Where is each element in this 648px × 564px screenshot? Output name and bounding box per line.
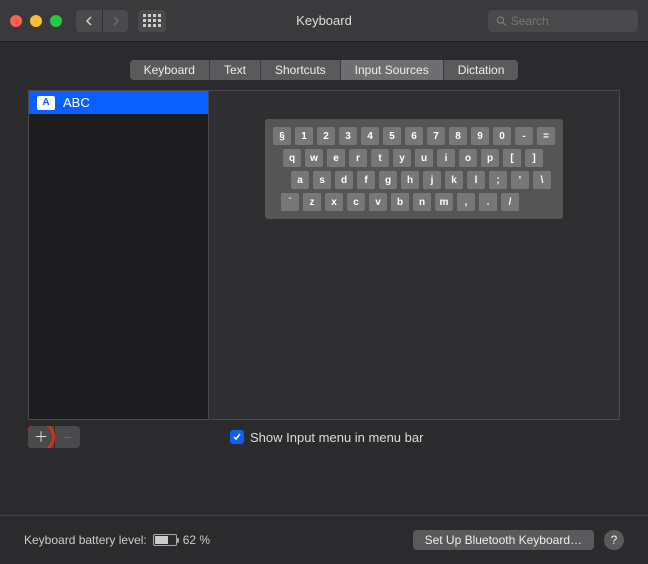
back-button[interactable] xyxy=(76,10,102,32)
key: 4 xyxy=(361,127,379,145)
key: e xyxy=(327,149,345,167)
key: 6 xyxy=(405,127,423,145)
key: / xyxy=(501,193,519,211)
search-icon xyxy=(496,15,507,27)
key: q xyxy=(283,149,301,167)
key: § xyxy=(273,127,291,145)
search-input[interactable] xyxy=(511,14,630,28)
keyboard-row: asdfghjkl;'\ xyxy=(291,171,555,189)
key: f xyxy=(357,171,375,189)
search-field[interactable] xyxy=(488,10,638,32)
key: 3 xyxy=(339,127,357,145)
check-icon xyxy=(232,432,242,442)
titlebar: Keyboard xyxy=(0,0,648,42)
show-all-button[interactable] xyxy=(138,10,166,32)
key: v xyxy=(369,193,387,211)
key: t xyxy=(371,149,389,167)
window-controls xyxy=(10,15,62,27)
key: 1 xyxy=(295,127,313,145)
key: g xyxy=(379,171,397,189)
key: r xyxy=(349,149,367,167)
close-button[interactable] xyxy=(10,15,22,27)
panel-footer: ＋ − Show Input menu in menu bar xyxy=(28,426,620,448)
key: m xyxy=(435,193,453,211)
tab-bar: KeyboardTextShortcutsInput SourcesDictat… xyxy=(0,60,648,80)
input-source-icon: A xyxy=(37,96,55,110)
show-input-menu-checkbox[interactable] xyxy=(230,430,244,444)
key: a xyxy=(291,171,309,189)
key: j xyxy=(423,171,441,189)
key: ` xyxy=(281,193,299,211)
key: s xyxy=(313,171,331,189)
key: h xyxy=(401,171,419,189)
battery-label: Keyboard battery level: xyxy=(24,533,147,547)
key: 2 xyxy=(317,127,335,145)
minimize-button[interactable] xyxy=(30,15,42,27)
key: 9 xyxy=(471,127,489,145)
nav-back-forward xyxy=(76,10,128,32)
input-source-list: A ABC xyxy=(29,91,209,419)
key: p xyxy=(481,149,499,167)
input-source-item[interactable]: A ABC xyxy=(29,91,208,114)
key: b xyxy=(391,193,409,211)
input-sources-panel: A ABC §1234567890-= qwertyuiop[] asdfghjkl;… xyxy=(28,90,620,420)
forward-button[interactable] xyxy=(102,10,128,32)
key: d xyxy=(335,171,353,189)
add-source-button[interactable]: ＋ xyxy=(28,426,54,448)
key: . xyxy=(479,193,497,211)
input-source-label: ABC xyxy=(63,95,90,110)
key: k xyxy=(445,171,463,189)
tab-dictation[interactable]: Dictation xyxy=(443,60,519,80)
key: o xyxy=(459,149,477,167)
keyboard-row: §1234567890-= xyxy=(273,127,555,145)
key: 0 xyxy=(493,127,511,145)
key: ' xyxy=(511,171,529,189)
key: 8 xyxy=(449,127,467,145)
key: - xyxy=(515,127,533,145)
key: n xyxy=(413,193,431,211)
battery-percent: 62 % xyxy=(183,533,210,547)
key: z xyxy=(303,193,321,211)
keyboard-preview: §1234567890-= qwertyuiop[] asdfghjkl;'\ `zx… xyxy=(209,91,619,419)
window-footer: Keyboard battery level: 62 % Set Up Blue… xyxy=(0,515,648,564)
keyboard-row: `zxcvbnm,./ xyxy=(281,193,555,211)
key: c xyxy=(347,193,365,211)
tab-input-sources[interactable]: Input Sources xyxy=(340,60,443,80)
keyboard-row: qwertyuiop[] xyxy=(283,149,555,167)
zoom-button[interactable] xyxy=(50,15,62,27)
show-input-menu-label: Show Input menu in menu bar xyxy=(250,430,423,445)
key: i xyxy=(437,149,455,167)
battery-status: Keyboard battery level: 62 % xyxy=(24,533,210,547)
help-button[interactable]: ? xyxy=(604,530,624,550)
tab-keyboard[interactable]: Keyboard xyxy=(130,60,209,80)
key: 7 xyxy=(427,127,445,145)
key: ; xyxy=(489,171,507,189)
key: \ xyxy=(533,171,551,189)
key: w xyxy=(305,149,323,167)
add-remove-group: ＋ − xyxy=(28,426,80,448)
key: 5 xyxy=(383,127,401,145)
key: [ xyxy=(503,149,521,167)
battery-icon xyxy=(153,534,177,546)
keyboard-graphic: §1234567890-= qwertyuiop[] asdfghjkl;'\ `zx… xyxy=(265,119,563,219)
grid-icon xyxy=(143,14,161,27)
key: = xyxy=(537,127,555,145)
key: ] xyxy=(525,149,543,167)
key: y xyxy=(393,149,411,167)
key: , xyxy=(457,193,475,211)
tab-shortcuts[interactable]: Shortcuts xyxy=(260,60,340,80)
key: x xyxy=(325,193,343,211)
key: u xyxy=(415,149,433,167)
key: l xyxy=(467,171,485,189)
show-input-menu-option[interactable]: Show Input menu in menu bar xyxy=(230,430,423,445)
remove-source-button[interactable]: − xyxy=(54,426,80,448)
setup-bluetooth-button[interactable]: Set Up Bluetooth Keyboard… xyxy=(413,530,594,550)
tab-text[interactable]: Text xyxy=(209,60,260,80)
